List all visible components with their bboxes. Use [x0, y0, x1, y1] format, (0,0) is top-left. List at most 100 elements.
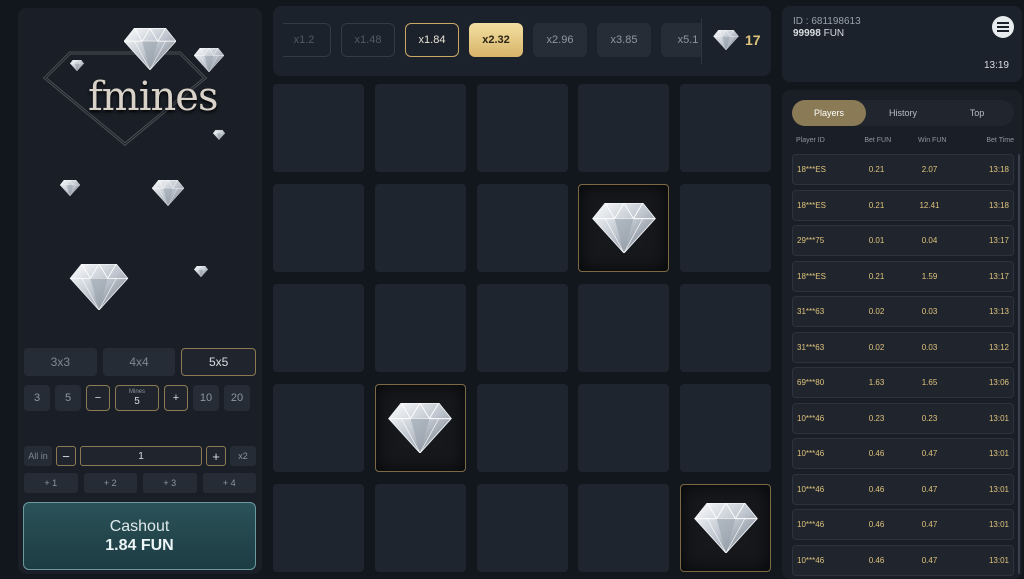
- mines-preset-5-button[interactable]: 5: [55, 385, 81, 411]
- add-2-button[interactable]: + 2: [83, 473, 137, 493]
- table-cell: 10***46: [797, 413, 825, 423]
- diamond-icon: [592, 203, 656, 253]
- balance-value: 99998: [793, 28, 821, 39]
- grid-tile[interactable]: [578, 84, 670, 172]
- grid-tile[interactable]: [680, 184, 771, 272]
- menu-button[interactable]: [992, 16, 1014, 38]
- diamond-icon: [194, 48, 224, 72]
- bet-controls: All in − 1 + x2: [24, 446, 256, 466]
- mines-preset-3-button[interactable]: 3: [24, 385, 50, 411]
- grid-tile[interactable]: [374, 284, 466, 372]
- mines-decrease-button[interactable]: −: [86, 385, 110, 411]
- balance-unit: FUN: [823, 28, 845, 39]
- multiplier-bar: x1.2 x1.48 x1.84 x2.32 x2.96 x3.85 x5.1 17: [273, 6, 771, 76]
- grid-tile[interactable]: [374, 184, 466, 272]
- tab-history[interactable]: History: [866, 100, 940, 126]
- diamond-icon: [70, 60, 84, 71]
- mines-selector: 3 5 − Mines 5 + 10 20: [24, 384, 256, 412]
- grid-tile[interactable]: [273, 84, 364, 172]
- diamond-icon: [194, 266, 208, 277]
- table-cell: 10***46: [797, 520, 825, 529]
- diamond-icon: [213, 128, 225, 142]
- gems-remaining: 17: [713, 30, 761, 50]
- table-cell: 13:13: [988, 307, 1009, 316]
- multiplier-chip: x3.85: [597, 23, 651, 57]
- grid-tile[interactable]: [578, 484, 670, 572]
- table-cell: 29***75: [797, 236, 825, 245]
- tab-top[interactable]: Top: [940, 100, 1014, 126]
- table-cell: 13:01: [988, 520, 1009, 529]
- mines-value: 5: [134, 396, 140, 407]
- size-4x4-button[interactable]: 4x4: [102, 348, 176, 376]
- table-cell: 13:17: [988, 236, 1009, 245]
- bet-decrease-button[interactable]: −: [56, 446, 76, 466]
- table-cell: 2.07: [921, 165, 938, 174]
- table-cell: 0.47: [921, 449, 938, 458]
- table-cell: 18***ES: [797, 271, 826, 281]
- table-cell: 0.02: [868, 307, 885, 316]
- bet-amount-input[interactable]: 1: [80, 446, 202, 466]
- table-cell: 0.21: [868, 200, 885, 210]
- table-cell: 0.01: [868, 236, 885, 245]
- grid-tile[interactable]: [374, 484, 466, 572]
- tab-players[interactable]: Players: [792, 100, 866, 126]
- grid-tile[interactable]: [680, 284, 771, 372]
- grid-tile[interactable]: [273, 284, 364, 372]
- bet-double-button[interactable]: x2: [230, 446, 256, 466]
- mines-preset-20-button[interactable]: 20: [224, 385, 250, 411]
- table-cell: 0.23: [921, 413, 938, 423]
- table-row: 18***ES 0.21 1.59 13:17: [792, 260, 1014, 292]
- grid-tile[interactable]: [273, 384, 364, 472]
- logo-area: fmines: [18, 8, 262, 338]
- table-cell: 13:17: [988, 271, 1009, 281]
- clock: 13:19: [983, 60, 1009, 71]
- multiplier-chip: x2.96: [533, 23, 587, 57]
- scrollbar[interactable]: [1018, 154, 1020, 574]
- diamond-icon: [713, 30, 739, 50]
- grid-tile[interactable]: [680, 384, 771, 472]
- user-id: ID : 681198613: [793, 16, 861, 27]
- size-5x5-button[interactable]: 5x5: [181, 348, 257, 376]
- table-cell: 1.63: [868, 378, 885, 387]
- add-3-button[interactable]: + 3: [143, 473, 197, 493]
- table-header: Player ID Bet FUN Win FUN Bet Time: [796, 137, 1014, 144]
- cashout-button[interactable]: Cashout 1.84 FUN: [23, 502, 256, 570]
- grid-tile[interactable]: [374, 84, 466, 172]
- all-in-button[interactable]: All in: [24, 446, 52, 466]
- table-row: 18***ES 0.21 12.41 13:18: [792, 189, 1014, 221]
- grid-tile[interactable]: [578, 384, 670, 472]
- bet-increase-button[interactable]: +: [206, 446, 226, 466]
- grid-tile[interactable]: [273, 184, 364, 272]
- table-row: 29***75 0.01 0.04 13:17: [792, 225, 1014, 256]
- grid-tile[interactable]: [273, 484, 364, 572]
- table-row: 10***46 0.46 0.47 13:01: [792, 438, 1014, 469]
- table-row: 31***63 0.02 0.03 13:13: [792, 296, 1014, 327]
- table-cell: 0.02: [868, 342, 885, 352]
- table-cell: 0.03: [921, 342, 938, 352]
- grid-tile[interactable]: [476, 284, 568, 372]
- mines-grid: [273, 84, 771, 579]
- mines-preset-10-button[interactable]: 10: [193, 385, 219, 411]
- table-cell: 69***80: [797, 378, 825, 387]
- table-row: 10***46 0.46 0.47 13:01: [792, 509, 1014, 540]
- table-cell: 0.03: [921, 307, 938, 316]
- table-row: 10***46 0.46 0.47 13:01: [792, 544, 1014, 576]
- table-cell: 12.41: [919, 200, 940, 210]
- multiplier-chip: x1.2: [283, 23, 331, 57]
- add-1-button[interactable]: + 1: [24, 473, 78, 493]
- grid-tile[interactable]: [476, 384, 568, 472]
- grid-tile[interactable]: [476, 484, 568, 572]
- mines-increase-button[interactable]: +: [164, 385, 188, 411]
- table-cell: 0.21: [868, 271, 885, 281]
- mines-count-field[interactable]: Mines 5: [115, 385, 159, 411]
- grid-tile[interactable]: [680, 84, 771, 172]
- add-4-button[interactable]: + 4: [202, 473, 256, 493]
- grid-tile[interactable]: [476, 84, 568, 172]
- table-cell: 0.04: [921, 236, 938, 245]
- grid-tile[interactable]: [578, 284, 670, 372]
- grid-tile[interactable]: [476, 184, 568, 272]
- control-panel: fmines 3x3 4x4 5x5 3 5 − Mines 5 + 10 20…: [18, 8, 262, 574]
- diamond-icon: [388, 403, 452, 453]
- table-cell: 0.47: [921, 555, 938, 565]
- size-3x3-button[interactable]: 3x3: [24, 348, 97, 376]
